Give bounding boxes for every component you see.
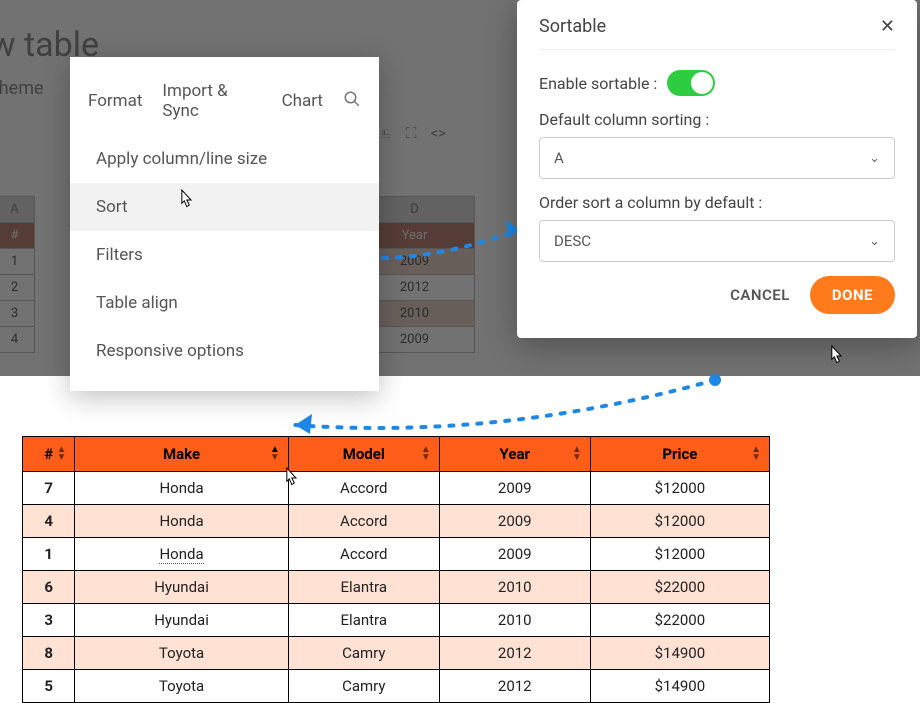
cell-idx: 7 [23, 472, 75, 505]
menu-filters[interactable]: Filters [70, 231, 379, 279]
cell-model: Elantra [288, 604, 439, 637]
cell-idx: 4 [23, 505, 75, 538]
default-col-select[interactable]: A ⌄ [539, 137, 895, 179]
enable-toggle[interactable] [667, 70, 715, 96]
table-row: 3HyundaiElantra2010$22000 [23, 604, 770, 637]
cell-year: 2009 [439, 538, 590, 571]
table-row: 4HondaAccord2009$12000 [23, 505, 770, 538]
cell-year: 2010 [439, 571, 590, 604]
cell-model: Elantra [288, 571, 439, 604]
menu-apply-size[interactable]: Apply column/line size [70, 135, 379, 183]
tab-chart[interactable]: Chart [282, 91, 323, 111]
cell-make: Toyota [75, 637, 288, 670]
sort-icon: ▲▼ [421, 446, 431, 462]
cell-model: Accord [288, 505, 439, 538]
search-icon[interactable] [343, 90, 361, 113]
sort-icon: ▲▼ [572, 446, 582, 462]
th-idx[interactable]: # ▲▼ [23, 437, 75, 472]
cell-model: Accord [288, 472, 439, 505]
table-row: 8ToyotaCamry2012$14900 [23, 637, 770, 670]
cell-idx: 8 [23, 637, 75, 670]
table-row: 7HondaAccord2009$12000 [23, 472, 770, 505]
menu-sort[interactable]: Sort [70, 183, 379, 231]
sort-icon: ▲▼ [270, 446, 280, 462]
tab-import-sync[interactable]: Import & Sync [162, 81, 261, 121]
cell-idx: 6 [23, 571, 75, 604]
cell-price: $12000 [590, 505, 769, 538]
cell-model: Camry [288, 637, 439, 670]
done-button[interactable]: DONE [810, 276, 895, 314]
close-icon[interactable]: ✕ [880, 16, 895, 37]
format-dropdown: Format Import & Sync Chart Apply column/… [70, 57, 379, 391]
cell-year: 2009 [439, 472, 590, 505]
cancel-button[interactable]: CANCEL [730, 286, 790, 304]
cell-model: Accord [288, 538, 439, 571]
cell-price: $12000 [590, 472, 769, 505]
modal-title: Sortable [539, 16, 606, 37]
cell-price: $12000 [590, 538, 769, 571]
sort-icon: ▲▼ [751, 446, 761, 462]
cell-year: 2010 [439, 604, 590, 637]
default-col-value: A [554, 149, 564, 167]
sortable-modal: Sortable ✕ Enable sortable : Default col… [517, 0, 917, 338]
menu-responsive[interactable]: Responsive options [70, 327, 379, 375]
cell-idx: 1 [23, 538, 75, 571]
enable-label: Enable sortable : [539, 74, 657, 93]
cell-make: Hyundai [75, 604, 288, 637]
order-label: Order sort a column by default : [539, 193, 762, 212]
result-table-panel: # ▲▼ Make ▲▼ Model ▲▼ Year ▲▼ Price ▲▼ [22, 436, 792, 703]
table-row: 6HyundaiElantra2010$22000 [23, 571, 770, 604]
th-model[interactable]: Model ▲▼ [288, 437, 439, 472]
th-price[interactable]: Price ▲▼ [590, 437, 769, 472]
cell-make: Honda [75, 505, 288, 538]
result-table: # ▲▼ Make ▲▼ Model ▲▼ Year ▲▼ Price ▲▼ [22, 436, 770, 703]
cell-make: Honda [75, 472, 288, 505]
order-select[interactable]: DESC ⌄ [539, 220, 895, 262]
menu-table-align[interactable]: Table align [70, 279, 379, 327]
chevron-down-icon: ⌄ [869, 234, 880, 249]
cell-idx: 3 [23, 604, 75, 637]
cell-make: Honda [75, 538, 288, 571]
tab-format[interactable]: Format [88, 91, 142, 111]
sort-icon: ▲▼ [56, 446, 66, 462]
chevron-down-icon: ⌄ [869, 151, 880, 166]
order-value: DESC [554, 232, 591, 250]
table-row: 1HondaAccord2009$12000 [23, 538, 770, 571]
cell-price: $22000 [590, 604, 769, 637]
cell-price: $14900 [590, 637, 769, 670]
cell-year: 2012 [439, 637, 590, 670]
th-make[interactable]: Make ▲▼ [75, 437, 288, 472]
default-col-label: Default column sorting : [539, 110, 709, 129]
cell-year: 2009 [439, 505, 590, 538]
th-year[interactable]: Year ▲▼ [439, 437, 590, 472]
cell-price: $22000 [590, 571, 769, 604]
cell-make: Hyundai [75, 571, 288, 604]
